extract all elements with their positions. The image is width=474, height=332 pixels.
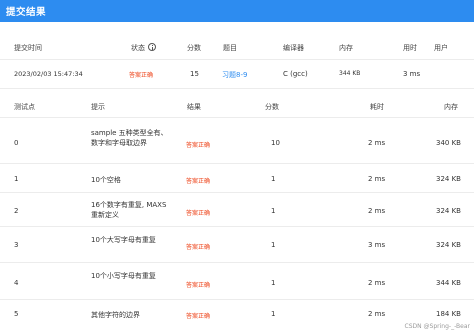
test-memory: 324 KB [436, 207, 461, 215]
test-score: 1 [271, 310, 276, 318]
submission-memory: 344 KB [339, 70, 361, 77]
test-result: 答案正确 [186, 244, 211, 251]
divider [0, 163, 474, 164]
test-header-hint: 提示 [91, 103, 105, 111]
test-time: 2 ms [368, 207, 386, 215]
test-memory: 324 KB [436, 241, 461, 249]
col-header-score: 分数 [187, 44, 201, 52]
test-score: 1 [271, 207, 276, 215]
test-score: 1 [271, 241, 276, 249]
divider [0, 226, 474, 227]
test-header-time: 耗时 [370, 103, 384, 111]
test-hint: 其他字符的边界 [91, 311, 140, 319]
divider [0, 117, 474, 118]
test-result: 答案正确 [186, 178, 211, 185]
test-time: 2 ms [368, 175, 386, 183]
test-result: 答案正确 [186, 210, 211, 217]
col-header-user: 用户 [434, 44, 448, 52]
submission-time-used: 3 ms [403, 70, 421, 78]
test-id: 4 [14, 279, 19, 287]
test-time: 2 ms [368, 279, 386, 287]
test-header-score: 分数 [265, 103, 279, 111]
test-result: 答案正确 [186, 142, 211, 149]
test-header-result: 结果 [187, 103, 201, 111]
info-icon[interactable] [148, 43, 156, 51]
test-hint: 10个小写字母有重复 [91, 272, 156, 280]
submission-status: 答案正确 [129, 72, 154, 79]
col-header-memory: 内存 [339, 44, 353, 52]
col-header-status: 状态 [131, 43, 156, 53]
dialog-title: 提交结果 [6, 7, 47, 18]
test-time: 3 ms [368, 241, 386, 249]
test-memory: 340 KB [436, 139, 461, 147]
col-header-submit-time: 提交时间 [14, 44, 42, 52]
test-score: 1 [271, 175, 276, 183]
test-hint: 16个数字有重复, MAXS重新定义 [91, 201, 167, 219]
col-header-compiler: 编译器 [283, 44, 304, 52]
submission-score: 15 [190, 70, 199, 78]
test-id: 3 [14, 241, 19, 249]
test-id: 2 [14, 207, 19, 215]
test-result: 答案正确 [186, 282, 211, 289]
test-header-memory: 内存 [444, 103, 458, 111]
test-memory: 184 KB [436, 310, 461, 318]
col-header-problem: 题目 [223, 44, 237, 52]
col-header-status-label: 状态 [131, 44, 145, 52]
submission-compiler: C (gcc) [283, 70, 308, 78]
test-score: 10 [271, 139, 280, 147]
divider [0, 262, 474, 263]
col-header-time-used: 用时 [403, 44, 417, 52]
problem-link[interactable]: 习题8-9 [222, 70, 247, 80]
divider [0, 299, 474, 300]
test-time: 2 ms [368, 310, 386, 318]
test-hint: sample 五种类型全有、数字和字母取边界 [91, 129, 168, 147]
test-id: 5 [14, 310, 19, 318]
test-hint: 10个空格 [91, 176, 121, 184]
test-hint: 10个大写字母有重复 [91, 236, 156, 244]
test-header-id: 测试点 [14, 103, 35, 111]
test-memory: 324 KB [436, 175, 461, 183]
watermark: CSDN @Spring-_-Bear [404, 323, 470, 330]
test-score: 1 [271, 279, 276, 287]
test-result: 答案正确 [186, 313, 211, 320]
test-memory: 344 KB [436, 279, 461, 287]
divider [0, 192, 474, 193]
divider [0, 88, 474, 89]
submission-time: 2023/02/03 15:47:34 [14, 70, 83, 78]
dialog-title-bar: 提交结果 [0, 0, 474, 22]
test-id: 1 [14, 175, 19, 183]
test-id: 0 [14, 139, 19, 147]
divider [0, 59, 474, 60]
test-time: 2 ms [368, 139, 386, 147]
